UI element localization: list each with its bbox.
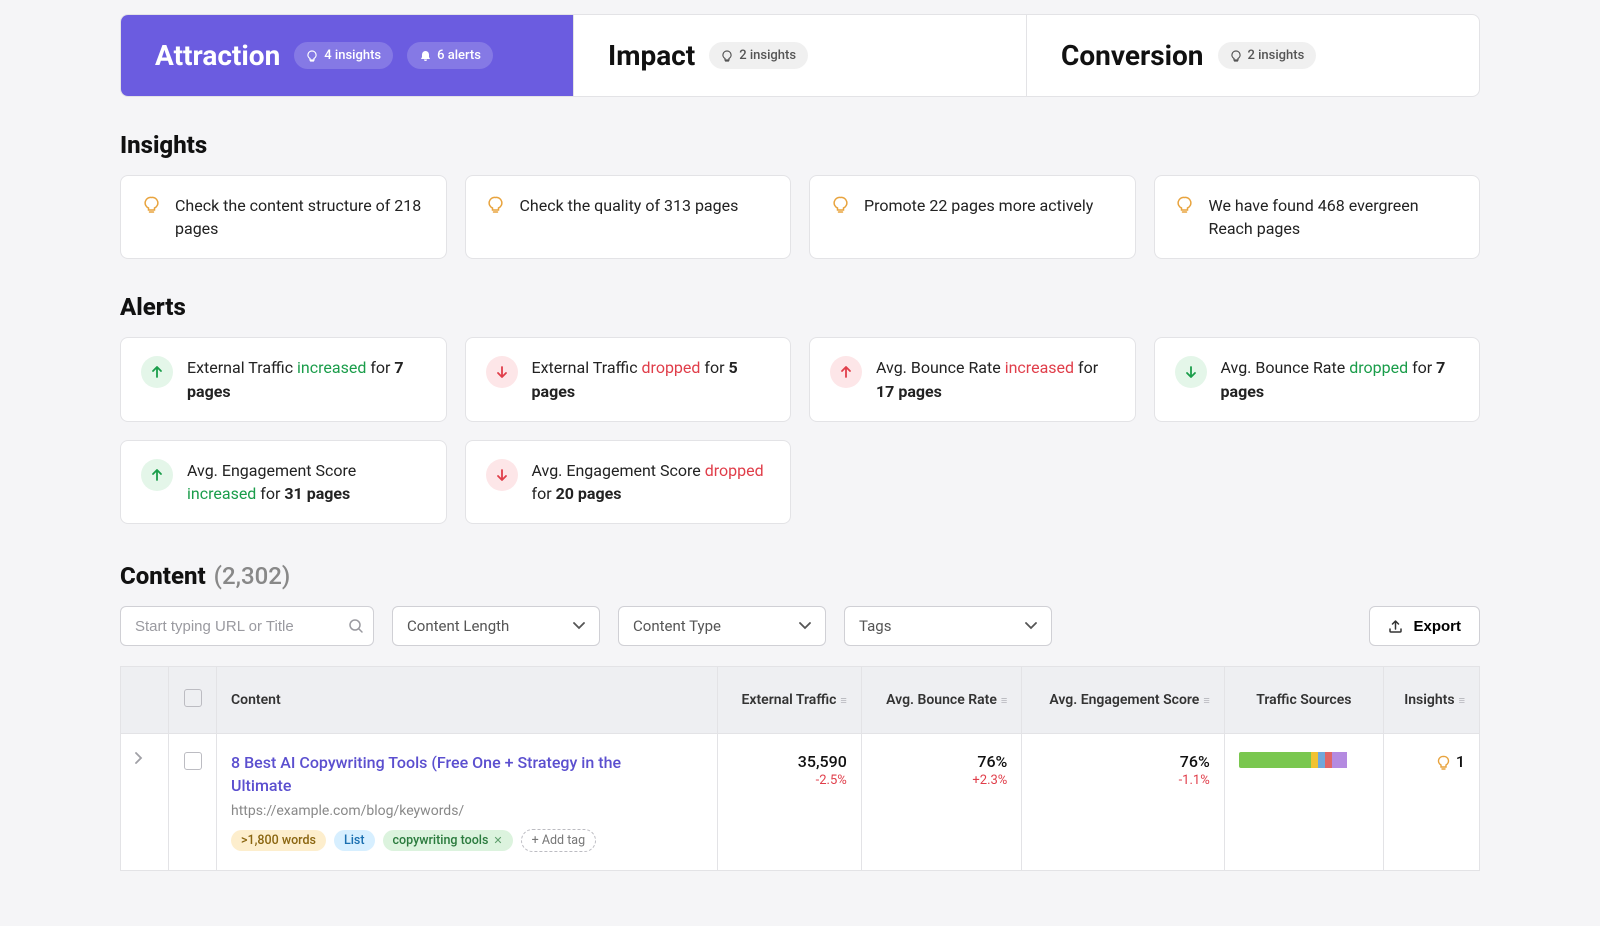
chevron-down-icon xyxy=(1025,622,1037,630)
lightbulb-icon xyxy=(721,50,733,62)
external-traffic-value: 35,590 xyxy=(732,752,847,771)
lightbulb-icon xyxy=(141,194,161,214)
traffic-sources-bar xyxy=(1239,752,1359,768)
tag[interactable]: List xyxy=(334,830,375,851)
arrow-up-icon xyxy=(830,356,862,388)
alert-card[interactable]: External Traffic increased for 7 pages xyxy=(120,337,447,421)
tag[interactable]: >1,800 words xyxy=(231,830,326,851)
insight-text: Check the content structure of 218 pages xyxy=(175,194,426,240)
alert-text: Avg. Engagement Score dropped for 20 pag… xyxy=(532,459,771,505)
insights-count: 1 xyxy=(1456,752,1465,771)
alert-text: Avg. Bounce Rate dropped for 7 pages xyxy=(1221,356,1460,402)
insight-card[interactable]: We have found 468 evergreen Reach pages xyxy=(1154,175,1481,259)
lightbulb-icon xyxy=(306,50,318,62)
alerts-grid: External Traffic increased for 7 pages E… xyxy=(120,337,1480,524)
alert-card[interactable]: Avg. Engagement Score dropped for 20 pag… xyxy=(465,440,792,524)
insight-text: Promote 22 pages more actively xyxy=(864,194,1093,217)
col-engagement[interactable]: Avg. Engagement Score≡ xyxy=(1022,667,1224,734)
insights-grid: Check the content structure of 218 pages… xyxy=(120,175,1480,259)
remove-tag-icon[interactable]: ✕ xyxy=(493,834,502,847)
tab-impact[interactable]: Impact 2 insights xyxy=(574,15,1027,96)
lightbulb-icon xyxy=(1437,755,1450,771)
content-heading: Content (2,302) xyxy=(120,562,1480,590)
tab-title: Conversion xyxy=(1061,39,1204,72)
chevron-down-icon xyxy=(573,622,585,630)
insight-text: We have found 468 evergreen Reach pages xyxy=(1209,194,1460,240)
tag-row: >1,800 words List copywriting tools✕ + Add… xyxy=(231,829,703,852)
lightbulb-icon xyxy=(1175,194,1195,214)
bounce-rate-delta: +2.3% xyxy=(876,773,1008,788)
content-title: Content xyxy=(120,562,206,590)
insights-pill: 4 insights xyxy=(294,42,393,69)
expand-row[interactable] xyxy=(121,734,169,871)
content-count: (2,302) xyxy=(214,562,291,590)
alert-text: Avg. Engagement Score increased for 31 p… xyxy=(187,459,426,505)
insight-text: Check the quality of 313 pages xyxy=(520,194,739,217)
lightbulb-icon xyxy=(830,194,850,214)
chevron-down-icon xyxy=(799,622,811,630)
arrow-up-icon xyxy=(141,356,173,388)
search-field xyxy=(120,606,374,646)
content-title-link[interactable]: 8 Best AI Copywriting Tools (Free One + … xyxy=(231,752,671,797)
alert-card[interactable]: Avg. Bounce Rate dropped for 7 pages xyxy=(1154,337,1481,421)
tab-title: Attraction xyxy=(155,39,280,72)
lightbulb-icon xyxy=(486,194,506,214)
alerts-pill: 6 alerts xyxy=(407,42,493,69)
search-input[interactable] xyxy=(120,606,374,646)
content-url: https://example.com/blog/keywords/ xyxy=(231,803,703,819)
export-button[interactable]: Export xyxy=(1369,606,1480,646)
lightbulb-icon xyxy=(1230,50,1242,62)
tab-conversion[interactable]: Conversion 2 insights xyxy=(1027,15,1479,96)
content-table: Content External Traffic≡ Avg. Bounce Ra… xyxy=(120,666,1480,871)
arrow-down-icon xyxy=(486,356,518,388)
col-insights[interactable]: Insights≡ xyxy=(1383,667,1479,734)
sort-icon: ≡ xyxy=(840,694,846,707)
engagement-delta: -1.1% xyxy=(1036,773,1209,788)
col-bounce-rate[interactable]: Avg. Bounce Rate≡ xyxy=(861,667,1022,734)
search-icon xyxy=(348,618,364,634)
top-tabs: Attraction 4 insights 6 alerts Impact xyxy=(120,14,1480,97)
bounce-rate-value: 76% xyxy=(876,752,1008,771)
add-tag-button[interactable]: + Add tag xyxy=(521,829,596,852)
arrow-down-icon xyxy=(1175,356,1207,388)
col-content[interactable]: Content xyxy=(217,667,718,734)
tab-title: Impact xyxy=(608,39,695,72)
sort-icon: ≡ xyxy=(1203,694,1209,707)
tag[interactable]: copywriting tools✕ xyxy=(383,830,513,851)
arrow-up-icon xyxy=(141,459,173,491)
alerts-heading: Alerts xyxy=(120,293,1480,321)
insights-pill: 2 insights xyxy=(1218,42,1317,69)
insight-card[interactable]: Check the quality of 313 pages xyxy=(465,175,792,259)
alert-card[interactable]: Avg. Engagement Score increased for 31 p… xyxy=(120,440,447,524)
external-traffic-delta: -2.5% xyxy=(732,773,847,788)
insights-heading: Insights xyxy=(120,131,1480,159)
engagement-value: 76% xyxy=(1036,752,1209,771)
alert-text: External Traffic dropped for 5 pages xyxy=(532,356,771,402)
row-checkbox[interactable] xyxy=(184,752,202,770)
content-length-select[interactable]: Content Length xyxy=(392,606,600,646)
table-row: 8 Best AI Copywriting Tools (Free One + … xyxy=(121,734,1480,871)
insight-card[interactable]: Check the content structure of 218 pages xyxy=(120,175,447,259)
alert-card[interactable]: Avg. Bounce Rate increased for 17 pages xyxy=(809,337,1136,421)
bell-icon xyxy=(419,50,431,62)
content-toolbar: Content Length Content Type Tags Export xyxy=(120,606,1480,646)
export-icon xyxy=(1388,619,1403,634)
alert-text: Avg. Bounce Rate increased for 17 pages xyxy=(876,356,1115,402)
insights-pill: 2 insights xyxy=(709,42,808,69)
select-all-checkbox[interactable] xyxy=(184,689,202,707)
alert-text: External Traffic increased for 7 pages xyxy=(187,356,426,402)
tags-select[interactable]: Tags xyxy=(844,606,1052,646)
sort-icon: ≡ xyxy=(1459,694,1465,707)
col-traffic-sources[interactable]: Traffic Sources xyxy=(1224,667,1383,734)
tab-attraction[interactable]: Attraction 4 insights 6 alerts xyxy=(121,15,574,96)
insight-card[interactable]: Promote 22 pages more actively xyxy=(809,175,1136,259)
alert-card[interactable]: External Traffic dropped for 5 pages xyxy=(465,337,792,421)
col-external-traffic[interactable]: External Traffic≡ xyxy=(718,667,862,734)
sort-icon: ≡ xyxy=(1001,694,1007,707)
arrow-down-icon xyxy=(486,459,518,491)
content-type-select[interactable]: Content Type xyxy=(618,606,826,646)
